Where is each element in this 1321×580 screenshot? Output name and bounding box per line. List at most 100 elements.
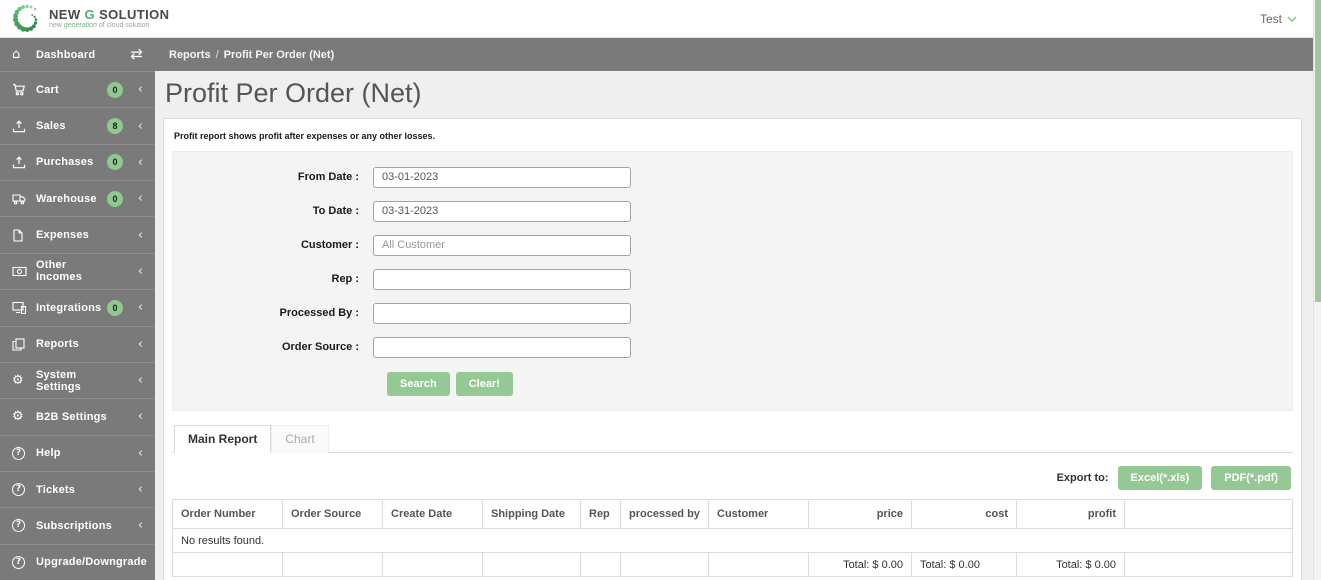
sidebar-item-b2b-settings[interactable]: ⚙ B2B Settings ‹ — [0, 398, 155, 434]
rep-label: Rep : — [331, 273, 360, 285]
sidebar-item-dashboard[interactable]: ⌂ Dashboard ⇄ — [0, 38, 155, 72]
company-logo: NEW G SOLUTION new generation of cloud s… — [10, 3, 169, 35]
sidebar-item-cart[interactable]: Cart 0 ‹ — [0, 72, 155, 107]
logo-word-solution: SOLUTION — [99, 7, 170, 22]
report-tabs: Main Report Chart — [172, 425, 1293, 453]
export-pdf-button[interactable]: PDF(*.pdf) — [1211, 466, 1291, 490]
search-button[interactable]: Search — [387, 372, 450, 396]
rep-input[interactable] — [373, 268, 631, 290]
logo-tagline-post: of cloud solution — [98, 22, 150, 29]
sidebar-item-label: Dashboard — [36, 48, 96, 61]
col-cost: cost — [911, 499, 1017, 529]
total-profit: Total: $ 0.00 — [1016, 552, 1125, 577]
page-scrollbar[interactable] — [1313, 0, 1321, 580]
sidebar-item-warehouse[interactable]: Warehouse 0 ‹ — [0, 180, 155, 216]
col-actions — [1124, 499, 1293, 529]
count-badge: 0 — [107, 190, 123, 207]
question-circle-icon: ? — [12, 446, 36, 460]
logo-word-new: NEW — [49, 7, 81, 22]
question-circle-icon: ? — [12, 483, 36, 497]
chevron-left-icon: ‹ — [137, 518, 143, 534]
tab-main-report[interactable]: Main Report — [174, 425, 272, 453]
export-excel-button[interactable]: Excel(*.xls) — [1117, 466, 1203, 490]
sidebar-item-system-settings[interactable]: ⚙ System Settings ‹ — [0, 361, 155, 398]
sidebar-item-reports[interactable]: Reports ‹ — [0, 325, 155, 362]
filter-form: From Date : To Date : Customer : Rep : P… — [172, 151, 1293, 411]
count-badge: 0 — [107, 81, 123, 98]
exchange-icon[interactable]: ⇄ — [130, 47, 143, 62]
col-profit: profit — [1016, 499, 1125, 529]
chevron-left-icon: ‹ — [137, 373, 143, 389]
col-order-source: Order Source — [282, 499, 383, 529]
main-content: Profit Per Order (Net) Profit report sho… — [155, 71, 1313, 580]
form-row-order-source: Order Source : — [173, 330, 1292, 364]
clear-button[interactable]: Clear! — [455, 372, 513, 396]
col-processed-by: processed by — [620, 499, 709, 529]
sidebar-item-label: Sales — [36, 120, 66, 133]
money-icon — [12, 266, 36, 277]
sidebar-item-sales[interactable]: Sales 8 ‹ — [0, 107, 155, 143]
chevron-left-icon: ‹ — [137, 300, 143, 316]
gears-icon: ⚙ — [12, 373, 24, 389]
copy-icon — [12, 338, 36, 351]
cart-icon — [12, 83, 36, 96]
file-icon — [12, 229, 36, 242]
question-circle-icon: ? — [12, 519, 36, 533]
sidebar-item-integrations[interactable]: Integrations 0 ‹ — [0, 289, 155, 325]
chevron-left-icon: ‹ — [137, 482, 143, 498]
from-date-input[interactable] — [373, 166, 631, 188]
col-order-number: Order Number — [172, 499, 283, 529]
sidebar-item-label: Upgrade/Downgrade — [36, 556, 147, 569]
sidebar-item-expenses[interactable]: Expenses ‹ — [0, 216, 155, 252]
count-badge: 0 — [107, 299, 123, 316]
chevron-left-icon: ‹ — [137, 227, 143, 243]
form-buttons: Search Clear! — [387, 372, 1292, 396]
user-menu[interactable]: Test — [1260, 0, 1297, 38]
to-date-label: To Date : — [312, 205, 359, 217]
devices-icon — [12, 301, 36, 315]
total-cost: Total: $ 0.00 — [911, 552, 1017, 577]
scrollbar-thumb[interactable] — [1315, 0, 1321, 302]
sidebar-item-purchases[interactable]: Purchases 0 ‹ — [0, 143, 155, 180]
breadcrumb-separator: / — [215, 48, 219, 61]
form-row-from-date: From Date : — [173, 160, 1292, 194]
processed-by-input[interactable] — [373, 302, 631, 324]
tab-chart[interactable]: Chart — [271, 425, 329, 453]
customer-label: Customer : — [300, 239, 359, 251]
chevron-left-icon: ‹ — [137, 336, 143, 352]
to-date-input[interactable] — [373, 200, 631, 222]
total-price: Total: $ 0.00 — [808, 552, 912, 577]
breadcrumb-root[interactable]: Reports — [169, 49, 211, 61]
customer-input[interactable] — [373, 234, 631, 256]
processed-by-label: Processed By : — [279, 307, 359, 319]
page-title: Profit Per Order (Net) — [165, 78, 422, 108]
sidebar-item-label: Warehouse — [36, 192, 97, 205]
question-circle-icon: ? — [12, 555, 36, 569]
order-source-input[interactable] — [373, 336, 631, 358]
sidebar-item-upgrade-downgrade[interactable]: ? Upgrade/Downgrade ‹ — [0, 543, 176, 580]
chevron-left-icon: ‹ — [137, 445, 143, 461]
export-row: Export to: Excel(*.xls) PDF(*.pdf) — [172, 466, 1291, 490]
export-label: Export to: — [1056, 472, 1109, 484]
app-window: NEW G SOLUTION new generation of cloud s… — [0, 0, 1321, 580]
sidebar-item-label: Tickets — [36, 483, 76, 496]
sidebar-item-tickets[interactable]: ? Tickets ‹ — [0, 470, 155, 507]
empty-results-message: No results found. — [172, 528, 1293, 553]
sidebar-item-label: Help — [36, 447, 61, 460]
chevron-left-icon: ‹ — [137, 154, 143, 170]
sidebar-item-help[interactable]: ? Help ‹ — [0, 434, 155, 471]
sidebar-item-label: Integrations — [36, 301, 102, 314]
form-row-rep: Rep : — [173, 262, 1292, 296]
form-row-customer: Customer : — [173, 228, 1292, 262]
sidebar-item-label: Purchases — [36, 156, 94, 169]
sidebar-item-label: Subscriptions — [36, 519, 112, 532]
chevron-left-icon: ‹ — [137, 409, 143, 425]
col-create-date: Create Date — [382, 499, 483, 529]
sidebar-item-other-incomes[interactable]: Other Incomes ‹ — [0, 252, 155, 289]
table-header-row: Order Number Order Source Create Date Sh… — [172, 499, 1293, 529]
col-rep: Rep — [580, 499, 621, 529]
sidebar-item-subscriptions[interactable]: ? Subscriptions ‹ — [0, 507, 155, 543]
sidebar-item-label: Cart — [36, 83, 59, 96]
empty-results-row: No results found. — [172, 528, 1293, 553]
count-badge: 0 — [107, 154, 123, 171]
